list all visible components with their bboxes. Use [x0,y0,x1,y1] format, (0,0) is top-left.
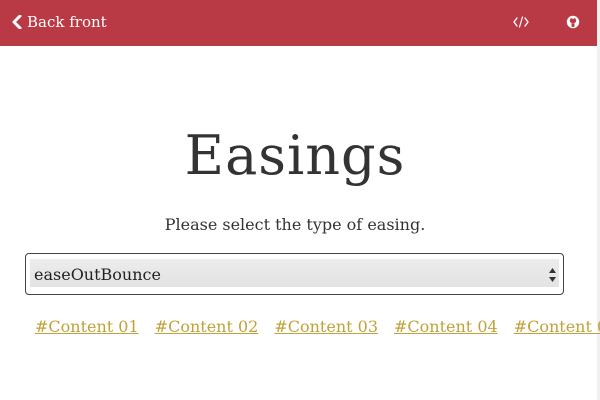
top-bar: Back front [0,0,597,46]
back-front-link[interactable]: Back front [12,12,107,32]
easing-select-value: easeOutBounce [34,265,161,284]
easing-select[interactable]: easeOutBounce [25,253,564,295]
content-link-04[interactable]: #Content 04 [394,316,498,340]
code-button[interactable] [511,12,531,32]
github-button[interactable] [563,12,583,32]
content-link-03[interactable]: #Content 03 [274,316,378,340]
content-link-01[interactable]: #Content 01 [35,316,139,340]
back-front-label: Back front [27,13,107,31]
content-link-05[interactable]: #Content 05 [514,316,600,340]
page: Back front Easings Please select the typ… [0,0,600,400]
github-icon [566,15,580,29]
content-link-02[interactable]: #Content 02 [155,316,259,340]
page-subtitle: Please select the type of easing. [164,215,426,234]
page-title: Easings [184,124,406,187]
chevron-left-icon [12,15,22,29]
select-arrows-icon [548,267,557,283]
code-icon [513,16,529,28]
content-links: #Content 01 #Content 02 #Content 03 #Con… [35,316,600,340]
